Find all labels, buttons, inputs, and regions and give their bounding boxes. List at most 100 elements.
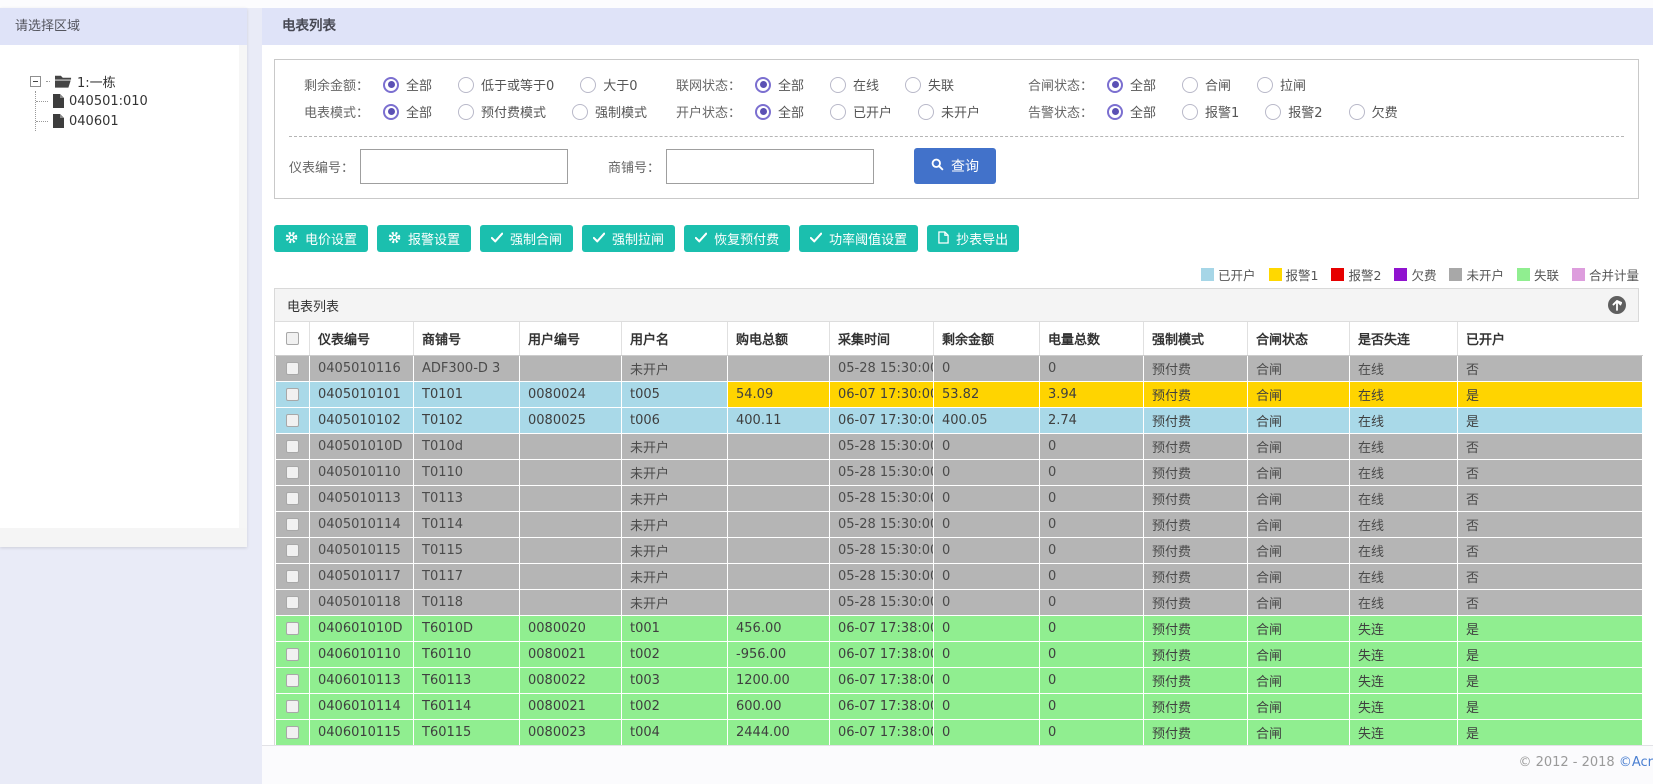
- table-cell: 未开户: [621, 432, 728, 460]
- row-checkbox[interactable]: [286, 543, 299, 557]
- radio-option[interactable]: 拉闸: [1257, 75, 1306, 94]
- radio-icon[interactable]: [383, 76, 399, 93]
- query-button[interactable]: 查询: [914, 148, 997, 184]
- radio-icon[interactable]: [458, 103, 475, 120]
- sidebar-scrollbar[interactable]: [239, 45, 247, 528]
- radio-option[interactable]: 合闸: [1182, 75, 1231, 94]
- tree-node-leaf[interactable]: 040501:010: [36, 91, 247, 111]
- tree-leaf-label[interactable]: 040601: [69, 114, 119, 129]
- radio-icon[interactable]: [755, 76, 771, 93]
- radio-icon[interactable]: [572, 103, 589, 120]
- table-row[interactable]: 0405010110 T0110 未开户 05-28 15:30:00 0 0 预付费 合闸在…: [275, 458, 1643, 486]
- radio-icon[interactable]: [830, 76, 847, 93]
- table-row[interactable]: 0405010117 T0117 未开户 05-28 15:30:00 0 0 预付费 合闸在…: [275, 562, 1643, 590]
- up-circle-icon[interactable]: [1608, 296, 1626, 314]
- force-open-switch-button[interactable]: 强制拉闸: [582, 225, 676, 252]
- table-row[interactable]: 0405010118 T0118 未开户 05-28 15:30:00 0 0 预付费 合闸在…: [275, 588, 1643, 616]
- tree-expand-toggle[interactable]: [30, 75, 41, 87]
- tree-node-root[interactable]: 1:一栋: [30, 71, 247, 91]
- column-header: 强制模式: [1143, 322, 1248, 356]
- row-checkbox[interactable]: [286, 517, 299, 531]
- legend-label: 失联: [1533, 267, 1559, 283]
- table-row[interactable]: 0405010101 T0101 0080024 t005 54.09 06-07 17:…: [275, 380, 1643, 408]
- table-cell: [727, 458, 830, 486]
- table-cell: 0080023: [519, 718, 622, 745]
- radio-option[interactable]: 全部: [383, 75, 432, 94]
- row-checkbox[interactable]: [286, 673, 299, 687]
- radio-option[interactable]: 全部: [1107, 102, 1156, 121]
- radio-icon[interactable]: [383, 103, 399, 120]
- row-checkbox[interactable]: [286, 439, 299, 453]
- radio-option[interactable]: 预付费模式: [458, 102, 546, 121]
- radio-option[interactable]: 报警2: [1265, 102, 1323, 121]
- radio-icon[interactable]: [1107, 76, 1123, 93]
- table-row[interactable]: 0405010114 T0114 未开户 05-28 15:30:00 0 0 预付费 合闸在…: [275, 510, 1643, 538]
- radio-icon[interactable]: [918, 103, 935, 120]
- row-checkbox[interactable]: [286, 647, 299, 661]
- check-icon: [490, 231, 504, 246]
- meter-export-button[interactable]: 抄表导出: [927, 225, 1020, 252]
- table-row[interactable]: 0405010115 T0115 未开户 05-28 15:30:00 0 0 预付费 合闸在…: [275, 536, 1643, 564]
- table-row[interactable]: 0405010102 T0102 0080025 t006 400.11 06-07 17…: [275, 406, 1643, 434]
- table-row[interactable]: 040601010D T6010D 0080020 t001 456.00 06-07 1…: [275, 614, 1643, 642]
- row-checkbox[interactable]: [286, 465, 299, 479]
- tree-node-leaf[interactable]: 040601: [36, 111, 247, 131]
- radio-option[interactable]: 已开户: [830, 102, 892, 121]
- alarm-settings-button[interactable]: 报警设置: [377, 225, 472, 252]
- table-row[interactable]: 0406010110 T60110 0080021 t002 -956.00 06-07 …: [275, 640, 1643, 668]
- radio-icon[interactable]: [1182, 103, 1199, 120]
- radio-option[interactable]: 全部: [383, 102, 432, 121]
- table-cell: 预付费: [1143, 380, 1248, 408]
- force-close-switch-button[interactable]: 强制合闸: [480, 225, 574, 252]
- radio-icon[interactable]: [458, 76, 475, 93]
- shop-number-input[interactable]: [666, 148, 875, 184]
- row-checkbox[interactable]: [286, 413, 299, 427]
- radio-option[interactable]: 全部: [1107, 75, 1156, 94]
- radio-icon[interactable]: [1265, 103, 1282, 120]
- radio-option[interactable]: 强制模式: [572, 102, 647, 121]
- row-checkbox[interactable]: [286, 361, 299, 375]
- radio-label: 失联: [928, 79, 955, 94]
- row-checkbox[interactable]: [286, 725, 299, 739]
- radio-label: 已开户: [853, 106, 893, 121]
- row-checkbox[interactable]: [286, 699, 299, 713]
- tree-leaf-label[interactable]: 040501:010: [69, 94, 148, 109]
- row-checkbox[interactable]: [286, 595, 299, 609]
- row-checkbox[interactable]: [286, 621, 299, 635]
- radio-option[interactable]: 低于或等于0: [458, 75, 554, 94]
- price-settings-button[interactable]: 电价设置: [274, 225, 369, 252]
- radio-option[interactable]: 全部: [755, 102, 804, 121]
- radio-option[interactable]: 大于0: [580, 75, 638, 94]
- radio-option[interactable]: 全部: [755, 75, 804, 94]
- radio-icon[interactable]: [1107, 103, 1123, 120]
- radio-icon[interactable]: [1257, 76, 1274, 93]
- restore-prepaid-button[interactable]: 恢复预付费: [684, 225, 791, 252]
- table-row[interactable]: 0405010116 ADF300-D 3 未开户 05-28 15:30:00 0 0 预…: [275, 354, 1643, 382]
- radio-icon[interactable]: [1348, 103, 1365, 120]
- radio-icon[interactable]: [580, 76, 597, 93]
- table-row[interactable]: 0405010113 T0113 未开户 05-28 15:30:00 0 0 预付费 合闸在…: [275, 484, 1643, 512]
- table-row[interactable]: 040501010D T010d 未开户 05-28 15:30:00 0 0 预付费 合闸在…: [275, 432, 1643, 460]
- radio-option[interactable]: 报警1: [1182, 102, 1239, 121]
- table-cell: 预付费: [1143, 510, 1248, 538]
- row-checkbox[interactable]: [286, 387, 299, 401]
- power-threshold-button[interactable]: 功率阈值设置: [799, 225, 919, 252]
- radio-icon[interactable]: [755, 103, 771, 120]
- select-all-checkbox[interactable]: [285, 331, 299, 345]
- radio-icon[interactable]: [830, 103, 847, 120]
- table-cell: 0080024: [519, 380, 622, 408]
- tree-root-label[interactable]: 1:一栋: [77, 72, 116, 91]
- table-cell: [519, 354, 622, 382]
- radio-option[interactable]: 在线: [830, 75, 879, 94]
- meter-number-input[interactable]: [360, 148, 569, 184]
- radio-option[interactable]: 失联: [905, 75, 954, 94]
- radio-icon[interactable]: [905, 76, 922, 93]
- table-row[interactable]: 0406010113 T60113 0080022 t003 1200.00 06-07 …: [275, 666, 1643, 694]
- radio-option[interactable]: 欠费: [1348, 102, 1398, 121]
- table-row[interactable]: 0406010114 T60114 0080021 t002 600.00 06-07 1…: [275, 692, 1643, 720]
- radio-option[interactable]: 未开户: [918, 102, 980, 121]
- radio-icon[interactable]: [1182, 76, 1199, 93]
- row-checkbox[interactable]: [286, 569, 299, 583]
- row-checkbox[interactable]: [286, 491, 299, 505]
- table-row[interactable]: 0406010115 T60115 0080023 t004 2444.00 06-07 …: [275, 718, 1643, 745]
